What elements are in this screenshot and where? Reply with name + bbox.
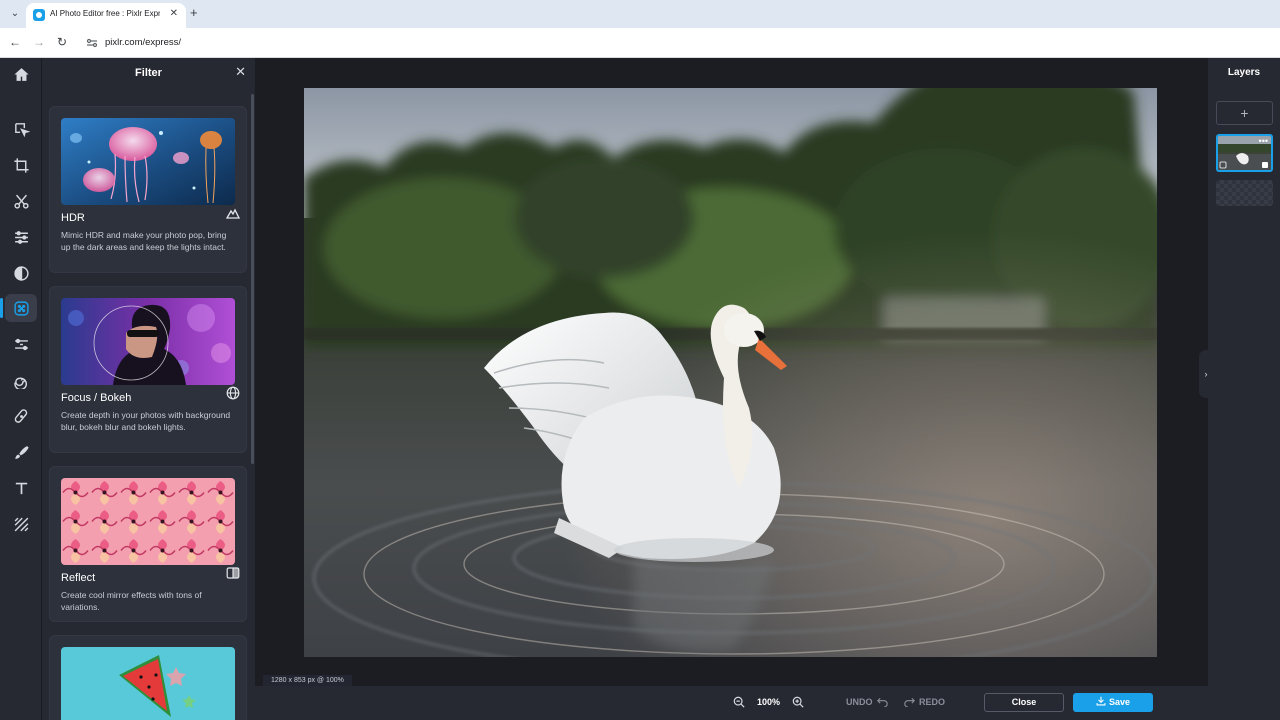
undo-icon [876,697,888,707]
zoom-in-icon[interactable] [792,696,804,708]
filter-card-reflect[interactable]: Reflect Create cool mirror effects with … [49,466,247,622]
bokeh-thumbnail [61,298,235,385]
filter-card-description: Create cool mirror effects with tons of … [61,590,202,612]
zoom-out-icon[interactable] [733,696,745,708]
site-info-icon[interactable] [86,37,98,49]
canvas-image[interactable] [304,88,1157,657]
filter-panel-header: Filter ✕ [42,58,255,88]
arrange-tool-icon[interactable] [5,115,37,143]
filter-card-description: Create depth in your photos with backgro… [61,410,231,432]
browser-tab[interactable]: AI Photo Editor free : Pixlr Expre ✕ [26,3,186,28]
pixlr-favicon-icon [33,9,45,21]
globe-icon [226,386,240,400]
filter-card-hdr[interactable]: HDR Mimic HDR and make your photo pop, b… [49,106,247,273]
effect-tool-icon[interactable] [5,330,37,358]
filter-card-focus-bokeh[interactable]: Focus / Bokeh Create depth in your photo… [49,286,247,453]
layer-more-options-icon[interactable]: ••• [1259,137,1268,146]
forward-button[interactable]: → [33,35,45,49]
pattern-tool-icon[interactable] [5,510,37,538]
browser-address-bar: ← → ↻ pixlr.com/express/ [0,28,1280,58]
cutout-tool-icon[interactable] [5,187,37,215]
filter-card-next[interactable] [49,635,247,720]
close-button[interactable]: Close [984,693,1064,712]
browser-tab-strip: ⌄ AI Photo Editor free : Pixlr Expre ✕ + [0,0,1280,28]
layer-item-image[interactable]: ••• [1216,134,1273,172]
filter-card-name: Focus / Bokeh [61,392,132,404]
draw-tool-icon[interactable] [5,438,37,466]
canvas-workspace: 1280 x 853 px @ 100% [255,58,1208,686]
layer-item-transparent[interactable] [1216,180,1273,206]
watermelon-thumbnail [61,647,235,720]
tab-title: AI Photo Editor free : Pixlr Expre [50,9,160,18]
download-icon [1096,696,1106,706]
filter-card-description: Mimic HDR and make your photo pop, bring… [61,230,227,252]
tab-close-icon[interactable]: ✕ [170,8,178,19]
reflect-thumbnail [61,478,235,565]
layers-panel: Layers + ••• [1208,58,1280,686]
filter-card-name: Reflect [61,572,96,584]
liquify-tool-icon[interactable] [5,366,37,394]
url-field[interactable]: pixlr.com/express/ [80,32,1270,54]
canvas-size-readout: 1280 x 853 px @ 100% [263,675,352,686]
home-icon[interactable] [5,60,37,88]
contrast-tool-icon[interactable] [5,259,37,287]
redo-icon [904,697,915,707]
heal-tool-icon[interactable] [5,402,37,430]
tool-rail [0,58,42,720]
filter-card-name: HDR [61,212,85,224]
hdr-thumbnail [61,118,235,205]
redo-label: REDO [919,696,946,707]
bottom-bar: 100% UNDO REDO Close Save [255,686,1280,720]
zoom-level[interactable]: 100% [757,697,780,707]
tab-search-dropdown[interactable]: ⌄ [6,5,24,23]
save-button[interactable]: Save [1073,693,1153,712]
undo-button[interactable]: UNDO [846,696,888,707]
filter-panel: Filter ✕ HDR Mimic HDR and make your pho… [42,58,255,720]
crop-tool-icon[interactable] [5,151,37,179]
url-text: pixlr.com/express/ [105,37,182,48]
close-icon[interactable]: ✕ [235,65,246,79]
adjust-tool-icon[interactable] [5,223,37,251]
filter-panel-title: Filter [135,67,162,79]
filter-tool-icon[interactable] [0,294,37,322]
text-tool-icon[interactable] [5,474,37,502]
layers-title: Layers [1227,67,1261,78]
back-button[interactable]: ← [9,35,21,49]
save-label: Save [1108,697,1131,707]
undo-label: UNDO [846,696,873,707]
mirror-split-icon [226,566,240,580]
add-layer-button[interactable]: + [1216,101,1273,125]
new-tab-button[interactable]: + [190,5,198,20]
redo-button[interactable]: REDO [904,696,945,707]
filter-panel-scrollbar[interactable] [251,94,254,464]
reload-button[interactable]: ↻ [57,35,67,49]
mountain-icon [226,206,240,220]
